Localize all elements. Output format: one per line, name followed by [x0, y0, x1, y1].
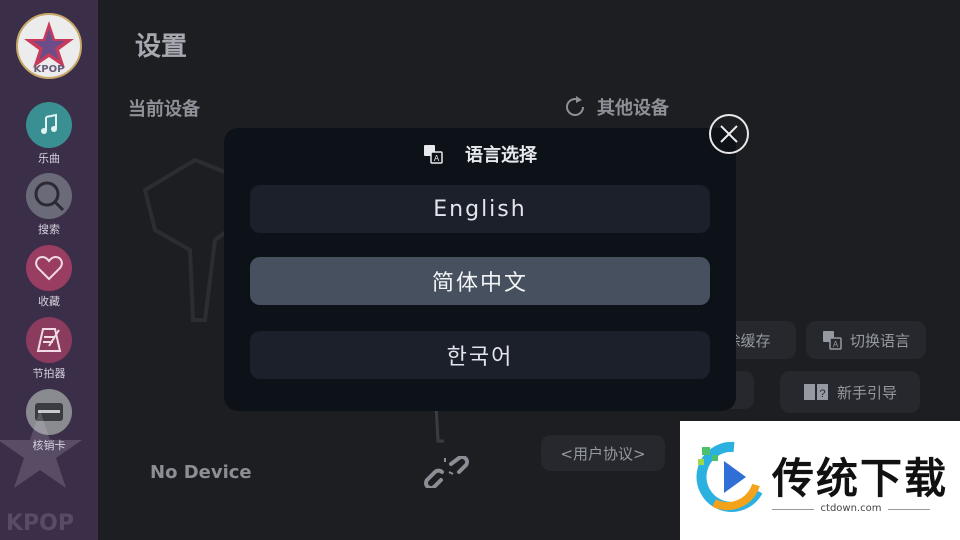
sidebar-item-label: 节拍器 [32, 367, 66, 380]
other-devices-label: 其他设备 [597, 98, 669, 119]
sidebar-item-search[interactable]: 搜索 [0, 173, 98, 237]
dialog-header: A 语言选择 [224, 142, 736, 166]
watermark-rule-right [888, 509, 930, 510]
translate-icon: A [822, 331, 842, 350]
logo-text: KPOP [33, 64, 65, 75]
refresh-icon [566, 96, 584, 116]
dialog-title: 语言选择 [465, 145, 537, 166]
watermark-title: 传统下载 [772, 454, 949, 503]
translate-icon: A [424, 145, 443, 164]
close-icon [720, 125, 738, 143]
background-logo: KPOP [0, 390, 98, 540]
language-option-simplified-chinese[interactable]: 简体中文 [250, 257, 710, 305]
language-dialog: A 语言选择 English 简体中文 한국어 [224, 128, 736, 411]
sidebar-item-label: 搜索 [38, 223, 60, 236]
background-logo-text: KPOP [6, 511, 74, 536]
device-cable-image [434, 405, 444, 443]
page-title: 设置 [135, 32, 188, 62]
switch-language-button[interactable]: A 切换语言 [806, 321, 926, 359]
user-agreement-link[interactable]: <用户协议> [541, 435, 665, 471]
guide-button[interactable]: ? 新手引导 [780, 371, 920, 413]
heart-icon [35, 255, 63, 281]
sidebar-item-music[interactable]: 乐曲 [0, 102, 98, 166]
svg-text:A: A [434, 154, 440, 163]
guide-label: 新手引导 [836, 383, 897, 402]
star-watermark-icon [0, 410, 82, 488]
current-device-label: 当前设备 [128, 99, 200, 120]
sidebar-item-search-circle [26, 173, 72, 219]
app-logo: KPOP [16, 13, 82, 79]
no-device-label: No Device [150, 462, 252, 483]
music-note-icon [41, 113, 57, 134]
sidebar-item-metronome[interactable]: 节拍器 [0, 317, 98, 381]
metronome-icon [36, 328, 62, 352]
broken-link-icon [424, 456, 469, 488]
sidebar-item-music-circle [26, 102, 72, 148]
guide-icon: ? [803, 384, 828, 400]
svg-text:?: ? [819, 388, 825, 400]
sidebar-item-favorites-circle [26, 245, 72, 291]
user-agreement-label: <用户协议> [560, 444, 646, 463]
close-button[interactable] [709, 114, 749, 154]
sidebar: KPOP 乐曲 搜索 收藏 节拍器 KPOP [0, 0, 98, 540]
other-devices-button[interactable]: 其他设备 [563, 94, 669, 120]
sidebar-item-favorites[interactable]: 收藏 [0, 245, 98, 309]
language-option-english[interactable]: English [250, 185, 710, 233]
search-icon [34, 181, 65, 212]
sidebar-item-label: 乐曲 [38, 152, 60, 165]
language-option-korean[interactable]: 한국어 [250, 331, 710, 379]
switch-language-label: 切换语言 [849, 331, 910, 350]
sidebar-item-metronome-circle [26, 317, 72, 363]
watermark-logo-icon [696, 441, 763, 512]
watermark-banner: 传统下载 ctdown.com [680, 421, 960, 540]
sidebar-item-label: 收藏 [38, 295, 60, 308]
svg-text:A: A [833, 340, 839, 349]
